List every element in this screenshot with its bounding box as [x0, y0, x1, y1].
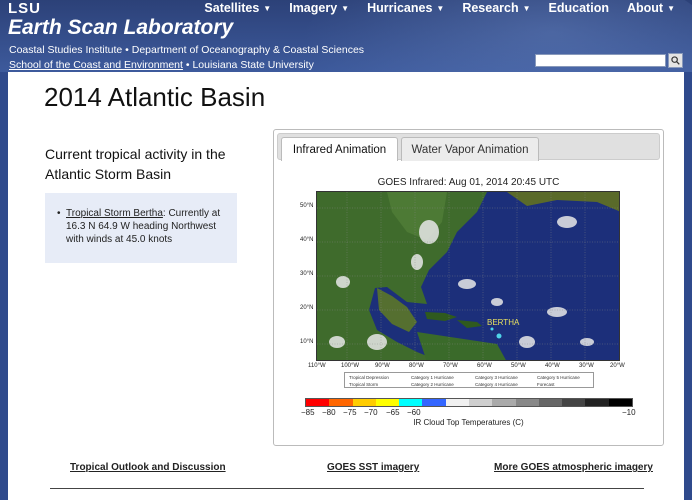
legend-entry: Tropical Storm: [349, 382, 379, 387]
lon-label: 60°W: [477, 363, 492, 369]
lat-label: 50°N: [300, 203, 314, 209]
page-title: 2014 Atlantic Basin: [44, 82, 266, 112]
school-link[interactable]: School of the Coast and Environment: [9, 59, 183, 71]
colorbar-tick: −65: [386, 408, 400, 417]
nav-satellites[interactable]: Satellites ▼: [195, 1, 280, 15]
tab-infrared-animation[interactable]: Infrared Animation: [281, 137, 398, 161]
infrared-map: BERTHA: [317, 192, 619, 360]
chevron-down-icon: ▼: [522, 3, 531, 13]
chevron-down-icon: ▼: [341, 3, 350, 13]
university-text: • Louisiana State University: [182, 59, 314, 71]
colorbar-swatch: [352, 399, 376, 406]
main-content: 2014 Atlantic Basin Current tropical act…: [8, 72, 684, 500]
satellite-image[interactable]: BERTHA: [316, 191, 620, 361]
lat-label: 10°N: [300, 339, 314, 345]
legend-entry: Category 3 Hurricane: [475, 375, 518, 380]
colorbar-swatch: [445, 399, 469, 406]
legend-entry: Category 2 Hurricane: [411, 382, 454, 387]
activity-box: Tropical Storm Bertha: Currently at 16.3…: [45, 193, 237, 263]
legend-entry: Forecast: [537, 382, 555, 387]
search-button[interactable]: [668, 53, 683, 68]
nav-about[interactable]: About ▼: [618, 1, 684, 15]
nav-label: Imagery: [289, 1, 338, 15]
tab-water-vapor-animation[interactable]: Water Vapor Animation: [401, 137, 539, 161]
lon-label: 50°W: [511, 363, 526, 369]
legend-entry: Category 1 Hurricane: [411, 375, 454, 380]
storm-link[interactable]: Tropical Storm Bertha: [66, 208, 163, 219]
site-header: LSU Earth Scan Laboratory Coastal Studie…: [0, 0, 692, 72]
nav-label: Hurricanes: [367, 1, 433, 15]
nav-label: Satellites: [204, 1, 260, 15]
ir-colorbar: [305, 398, 633, 407]
colorbar-swatch: [468, 399, 493, 406]
colorbar-tick: −80: [322, 408, 336, 417]
chevron-down-icon: ▼: [263, 3, 272, 13]
search-input[interactable]: [535, 54, 666, 67]
colorbar-swatch: [329, 399, 353, 406]
colorbar-swatch: [608, 399, 632, 406]
lat-label: 20°N: [300, 305, 314, 311]
colorbar-swatch: [492, 399, 516, 406]
legend-entry: Tropical Depression: [349, 375, 389, 380]
colorbar-swatch: [306, 399, 330, 406]
chevron-down-icon: ▼: [436, 3, 445, 13]
animation-panel: Infrared Animation Water Vapor Animation…: [273, 129, 664, 446]
colorbar-swatch: [585, 399, 609, 406]
site-title[interactable]: Earth Scan Laboratory: [8, 16, 233, 40]
nav-imagery[interactable]: Imagery ▼: [280, 1, 358, 15]
map-legend: Tropical Depression Category 1 Hurricane…: [344, 372, 594, 388]
tab-bar: Infrared Animation Water Vapor Animation: [277, 133, 660, 161]
legend-entry: Category 4 Hurricane: [475, 382, 518, 387]
lon-label: 100°W: [341, 363, 360, 369]
header-subtitle: Coastal Studies Institute • Department o…: [9, 44, 365, 56]
lon-label: 110°W: [308, 363, 326, 369]
colorbar-tick: −70: [364, 408, 378, 417]
colorbar-swatch: [375, 399, 400, 406]
storm-marker: [496, 333, 502, 339]
storm-label: BERTHA: [487, 318, 520, 327]
nav-hurricanes[interactable]: Hurricanes ▼: [358, 1, 453, 15]
lon-label: 90°W: [375, 363, 390, 369]
lon-label: 20°W: [610, 363, 625, 369]
goes-atmospheric-link[interactable]: More GOES atmospheric imagery: [494, 462, 653, 473]
colorbar-swatch: [422, 399, 446, 406]
nav-label: Research: [462, 1, 519, 15]
lsu-logo[interactable]: LSU: [8, 0, 41, 17]
colorbar-tick: −85: [301, 408, 315, 417]
header-subtitle-2: School of the Coast and Environment • Lo…: [9, 59, 314, 71]
chevron-down-icon: ▼: [667, 3, 675, 13]
lat-label: 40°N: [300, 237, 314, 243]
colorbar-tick: −75: [343, 408, 357, 417]
nav-label: About: [626, 1, 664, 15]
lon-label: 30°W: [579, 363, 594, 369]
nav-education[interactable]: Education: [540, 1, 618, 15]
nav-label: Education: [548, 1, 609, 15]
lat-label: 30°N: [300, 271, 314, 277]
colorbar-label: IR Cloud Top Temperatures (C): [413, 418, 524, 427]
lon-label: 40°W: [545, 363, 560, 369]
search-icon: [671, 56, 680, 65]
colorbar-swatch: [538, 399, 563, 406]
colorbar-swatch: [562, 399, 586, 406]
nav-research[interactable]: Research ▼: [453, 1, 539, 15]
colorbar-swatch: [399, 399, 423, 406]
tropical-outlook-link[interactable]: Tropical Outlook and Discussion: [70, 462, 226, 473]
colorbar-swatch: [515, 399, 539, 406]
colorbar-tick: −10: [622, 408, 636, 417]
main-nav: Satellites ▼ Imagery ▼ Hurricanes ▼ Researc…: [195, 1, 684, 15]
activity-heading: Current tropical activity in the Atlanti…: [45, 146, 226, 182]
goes-sst-link[interactable]: GOES SST imagery: [327, 462, 419, 473]
footer-divider: [50, 488, 644, 489]
legend-entry: Category 5 Hurricane: [537, 375, 580, 380]
list-item: Tropical Storm Bertha: Currently at 16.3…: [57, 207, 229, 246]
colorbar-tick: −60: [407, 408, 421, 417]
lon-label: 80°W: [409, 363, 424, 369]
lon-label: 70°W: [443, 363, 458, 369]
figure-title: GOES Infrared: Aug 01, 2014 20:45 UTC: [377, 177, 560, 188]
